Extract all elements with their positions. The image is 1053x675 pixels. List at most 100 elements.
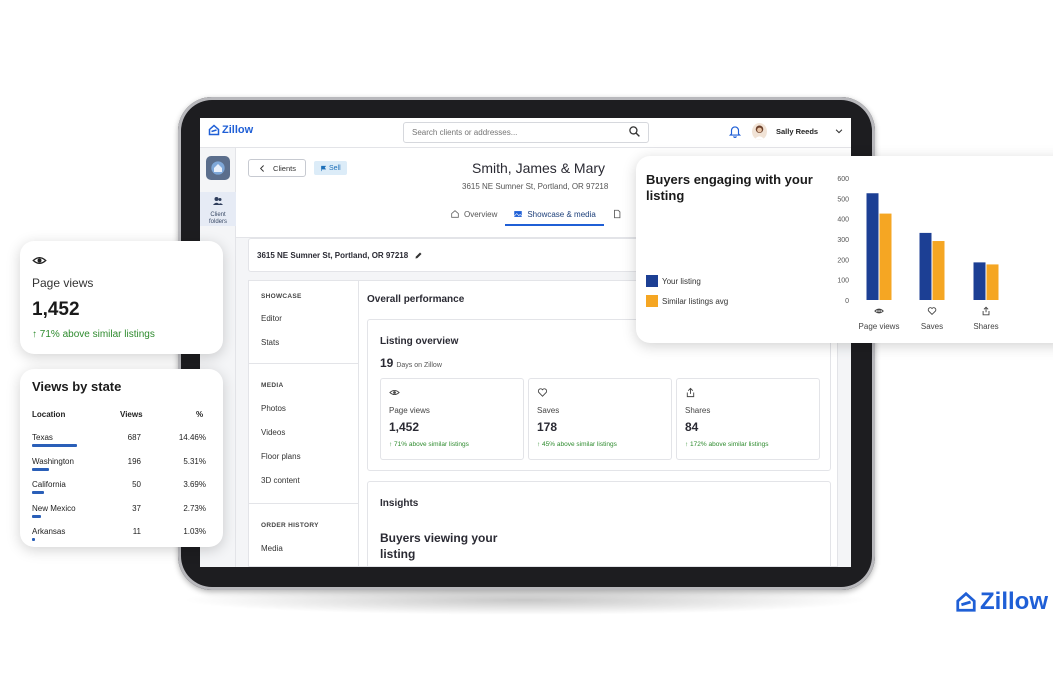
state-share-bar [32,514,41,518]
state-share-bar [32,444,77,447]
share-icon [686,387,695,398]
bar-your-listing [866,193,879,300]
metric-card-saves: Saves 178 ↑ 45% above similar listings [528,378,672,460]
menu-item-stats[interactable]: Stats [261,338,279,347]
metric-trend: ↑ 71% above similar listings [389,441,469,448]
pencil-icon[interactable] [414,251,423,260]
tab-label: Overview [464,209,498,219]
views-cell: 687 [127,433,141,442]
location-cell: New Mexico [32,503,76,513]
menu-group-order-history: ORDER HISTORY Media [249,503,359,567]
state-share-bar [32,467,49,471]
metric-trend: ↑ 172% above similar listings [685,441,769,448]
y-tick-label: 0 [845,298,849,305]
bar-similar-avg [879,213,892,300]
tab-label: Showcase & media [527,209,596,219]
rail-home-button[interactable] [206,156,230,180]
location-cell: California [32,480,66,489]
document-icon [613,209,621,219]
table-row: Arkansas 11 1.03% [20,527,223,551]
zillow-logo[interactable]: Zillow [208,124,253,136]
zillow-brand-logo: Zillow [955,588,1048,616]
rail-client-label-1: Client [210,212,226,218]
menu-item-editor[interactable]: Editor [261,314,282,323]
pct-cell: 2.73% [183,503,206,513]
legend-item-similar-listings: Similar listings avg [646,295,728,307]
rail-client-folders[interactable]: Client folders [200,192,236,226]
bar-similar-avg [932,241,945,300]
y-tick-label: 100 [837,278,849,285]
search-icon[interactable] [628,125,641,138]
pct-cell: 5.31% [183,456,206,466]
search-input[interactable] [403,122,649,143]
insights-subtitle: Buyers viewing your listing [380,531,498,561]
pct-cell: 3.69% [183,480,206,489]
tab-documents[interactable] [604,208,630,226]
sell-badge-label: Sell [329,164,341,172]
eye-icon [32,257,47,264]
views-cell: 11 [132,527,141,536]
state-share-bar [32,491,44,494]
metric-card-shares: Shares 84 ↑ 172% above similar listings [676,378,820,460]
metric-value: 1,452 [389,420,420,434]
table-row: Washington 196 5.31% [20,457,223,481]
legend-label: Your listing [662,276,701,286]
listing-address: 3615 NE Sumner St, Portland, OR 97218 [257,250,409,260]
metric-label: Shares [685,406,711,415]
tab-showcase-media[interactable]: Showcase & media [505,208,604,226]
menu-group-title: ORDER HISTORY [261,522,319,529]
bell-icon[interactable] [728,124,742,138]
client-address: 3615 NE Sumner St, Portland, OR 97218 [462,182,609,191]
y-tick-label: 400 [837,217,849,224]
tab-overview[interactable]: Overview [442,208,505,226]
menu-group-showcase: SHOWCASE Editor Stats [249,281,359,363]
overall-performance-title: Overall performance [367,294,465,305]
location-cell: Arkansas [32,527,66,536]
menu-item-3d-content[interactable]: 3D content [261,476,300,485]
menu-item-media[interactable]: Media [261,544,283,553]
logo-text: Zillow [222,124,254,136]
home-icon [211,161,225,175]
x-category-label: Page views [859,322,900,331]
metric-value: 84 [685,420,699,434]
heart-icon [537,388,548,397]
days-on-zillow: 19 Days on Zillow [380,356,442,370]
back-to-clients-button[interactable]: Clients [248,159,306,177]
metric-label: Saves [537,406,560,415]
y-tick-label: 200 [837,257,849,264]
views-cell: 196 [127,456,141,466]
engagement-chart-card: Buyers engaging with your listing Your l… [636,156,1053,343]
sell-badge: Sell [314,161,347,175]
rail-client-label-2: folders [208,219,227,225]
bar-your-listing [973,262,986,300]
pct-cell: 14.46% [178,433,206,442]
page-views-card: Page views 1,452 ↑ 71% above similar lis… [20,241,223,354]
y-tick-label: 600 [837,176,849,183]
legend-item-your-listing: Your listing [646,275,701,287]
column-header-location: Location [32,410,66,419]
brand-text: Zillow [980,588,1048,615]
eye-icon [389,389,400,396]
menu-item-floor-plans[interactable]: Floor plans [261,452,301,461]
flag-icon [321,165,327,171]
chevron-down-icon[interactable] [834,126,844,136]
x-category-label: Saves [921,322,943,331]
metric-trend: ↑ 45% above similar listings [537,441,617,448]
user-name[interactable]: Sally Reeds [776,127,818,136]
stage: Zillow Sally Reeds Client folders [0,0,1053,675]
y-tick-label: 500 [837,196,849,203]
days-value: 19 [380,356,394,370]
y-tick-label: 300 [837,237,849,244]
bar-similar-avg [986,264,999,300]
bar-your-listing [919,232,932,300]
menu-item-photos[interactable]: Photos [261,404,286,413]
house-icon [451,210,459,218]
eye-icon [874,308,884,314]
avatar[interactable] [752,123,767,140]
state-share-bar [32,538,36,541]
metric-label: Page views [389,406,430,415]
page-views-trend: ↑ 71% above similar listings [32,329,155,340]
pct-cell: 1.03% [183,527,206,536]
share-icon [982,306,990,316]
menu-item-videos[interactable]: Videos [261,428,285,437]
